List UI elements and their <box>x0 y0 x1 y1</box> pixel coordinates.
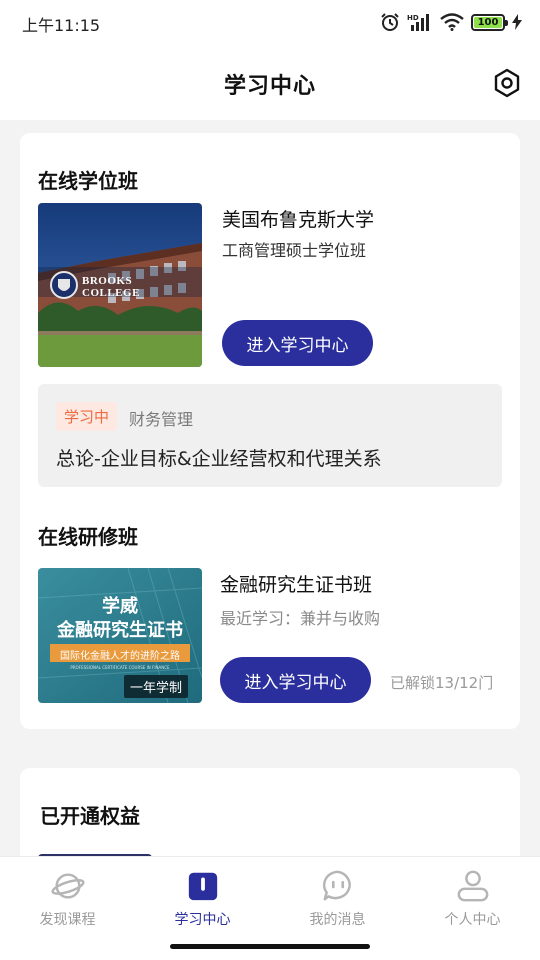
charging-icon <box>512 14 522 30</box>
wifi-icon <box>440 13 464 31</box>
tab-label: 学习中心 <box>174 912 231 928</box>
current-subject: 财务管理 <box>129 410 194 429</box>
home-indicator <box>170 944 370 949</box>
tab-label: 我的消息 <box>309 912 366 928</box>
user-icon <box>457 870 488 902</box>
training-section-title: 在线研修班 <box>38 525 138 549</box>
signal-icon: HD <box>407 14 429 31</box>
status-icons: HD 100 <box>380 12 522 32</box>
current-lesson: 总论-企业目标&企业经营权和代理关系 <box>56 448 382 470</box>
svg-text:HD: HD <box>407 14 419 22</box>
status-bar: 上午11:15 HD 100 <box>0 0 540 44</box>
battery-level: 100 <box>477 16 499 28</box>
degree-course-thumbnail[interactable]: BROOKS COLLEGE <box>38 203 202 367</box>
degree-program-name: 工商管理硕士学位班 <box>222 241 367 260</box>
duration-badge: 一年学制 <box>123 675 188 698</box>
training-course-name: 金融研究生证书班 <box>220 574 373 596</box>
tab-study-center[interactable]: 学习中心 <box>135 869 270 929</box>
message-icon <box>322 870 351 901</box>
tab-profile[interactable]: 个人中心 <box>405 869 540 929</box>
header: 学习中心 <box>0 44 540 120</box>
cover-banner-sub: PROFESSIONAL CERTIFICATE COURSE IN FINAN… <box>70 665 170 670</box>
tab-messages[interactable]: 我的消息 <box>270 869 405 929</box>
college-logo-subtext: COLLEGE <box>82 287 140 299</box>
tab-label: 个人中心 <box>444 912 501 928</box>
current-lesson-box[interactable]: 学习中 财务管理 总论-企业目标&企业经营权和代理关系 <box>38 384 502 487</box>
recent-study: 最近学习：兼并与收购 <box>220 609 381 628</box>
cover-brand: 学威 <box>102 596 138 617</box>
alarm-icon <box>381 13 399 31</box>
cover-banner: 国际化金融人才的进阶之路 <box>60 651 180 662</box>
degree-section-title: 在线学位班 <box>38 169 138 193</box>
courses-card: 在线学位班 BROOKS COLLEGE 美国布鲁克斯大学 工商管理硕士学位班 … <box>20 133 520 729</box>
degree-enter-button[interactable]: 进入学习中心 <box>222 320 373 366</box>
college-logo-text: BROOKS <box>82 275 133 287</box>
university-name: 美国布鲁克斯大学 <box>222 209 375 231</box>
benefits-section-title: 已开通权益 <box>40 804 140 828</box>
battery-icon: 100 <box>471 13 508 31</box>
training-enter-button[interactable]: 进入学习中心 <box>220 657 371 703</box>
unlocked-count: 已解锁13/12门 <box>390 674 494 692</box>
training-course-thumbnail[interactable]: 学威 金融研究生证书 国际化金融人才的进阶之路 PROFESSIONAL CER… <box>38 568 202 703</box>
status-time: 上午11:15 <box>22 16 101 35</box>
book-icon <box>188 872 217 901</box>
cover-title: 金融研究生证书 <box>57 620 183 641</box>
settings-icon[interactable] <box>492 68 522 98</box>
tab-label: 发现课程 <box>39 912 96 928</box>
planet-icon <box>50 873 85 899</box>
tab-discover[interactable]: 发现课程 <box>0 869 135 929</box>
page-title: 学习中心 <box>223 74 316 99</box>
studying-badge: 学习中 <box>56 402 118 431</box>
